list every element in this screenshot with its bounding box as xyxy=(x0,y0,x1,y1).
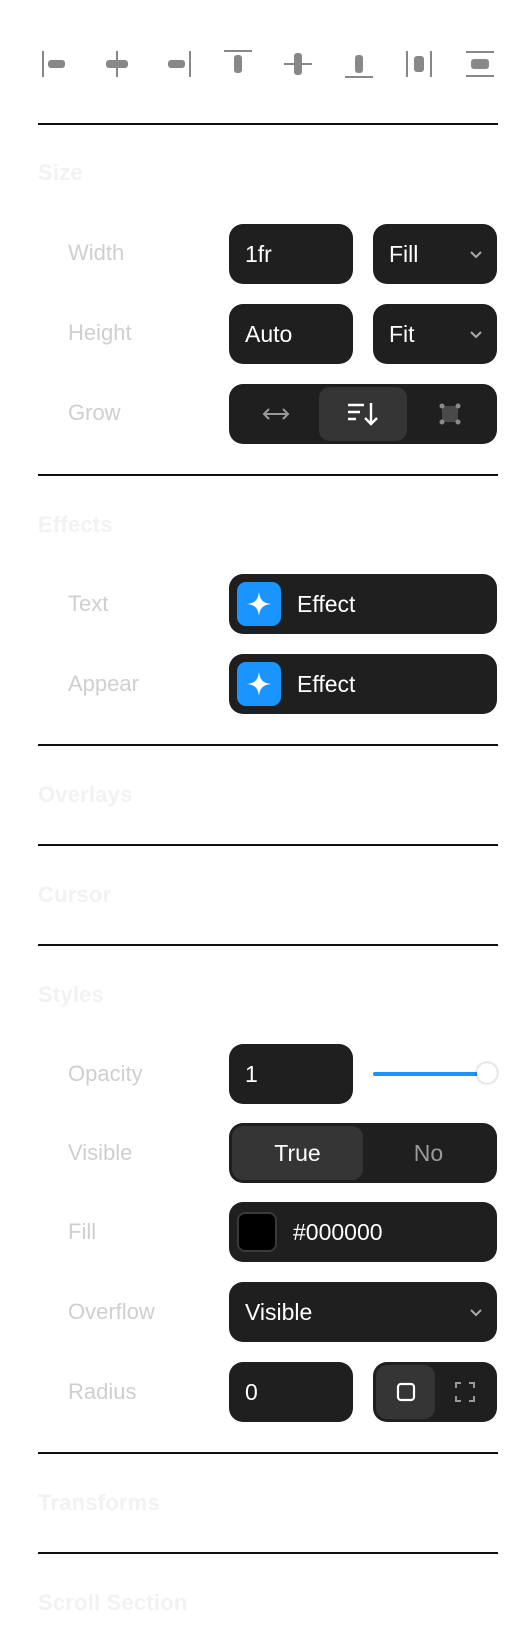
width-mode-value: Fill xyxy=(389,240,419,267)
text-effect-label: Text xyxy=(68,591,109,616)
text-effect-value: Effect xyxy=(297,590,356,617)
chevron-down-icon xyxy=(469,1305,483,1319)
appear-effect-value: Effect xyxy=(297,670,356,697)
visible-segmented-control: True No xyxy=(229,1123,497,1183)
opacity-input[interactable]: 1 xyxy=(229,1044,353,1104)
fill-color-value: #000000 xyxy=(293,1218,383,1245)
align-vertical-center-icon[interactable] xyxy=(280,44,316,84)
appear-effect-button[interactable]: Effect xyxy=(229,654,497,714)
visible-true-option[interactable]: True xyxy=(232,1126,363,1180)
width-label: Width xyxy=(68,240,125,265)
chevron-down-icon xyxy=(469,327,483,341)
overflow-select[interactable]: Visible xyxy=(229,1282,497,1342)
sparkle-icon xyxy=(237,662,281,706)
divider xyxy=(38,744,498,746)
height-input[interactable]: Auto xyxy=(229,304,353,364)
opacity-label: Opacity xyxy=(68,1061,143,1086)
width-mode-select[interactable]: Fill xyxy=(373,224,497,284)
grow-segmented-control xyxy=(229,384,497,444)
divider xyxy=(38,474,498,476)
divider xyxy=(38,944,498,946)
overflow-label: Overflow xyxy=(68,1299,155,1324)
slider-track xyxy=(373,1072,485,1076)
align-right-icon[interactable] xyxy=(159,44,195,84)
height-mode-value: Fit xyxy=(389,320,415,347)
align-left-icon[interactable] xyxy=(38,44,74,84)
visible-no-option[interactable]: No xyxy=(363,1126,494,1180)
align-horizontal-center-icon[interactable] xyxy=(99,44,135,84)
text-wrap-icon[interactable] xyxy=(319,387,407,441)
fill-color-picker[interactable]: #000000 xyxy=(229,1202,497,1262)
divider xyxy=(38,844,498,846)
height-mode-select[interactable]: Fit xyxy=(373,304,497,364)
divider xyxy=(38,123,498,125)
section-title-cursor[interactable]: Cursor xyxy=(38,882,111,908)
visible-label: Visible xyxy=(68,1140,133,1165)
grow-label: Grow xyxy=(68,400,121,425)
radius-value: 0 xyxy=(245,1378,258,1405)
text-effect-button[interactable]: Effect xyxy=(229,574,497,634)
color-swatch xyxy=(237,1212,277,1252)
section-title-styles[interactable]: Styles xyxy=(38,982,104,1008)
radius-label: Radius xyxy=(68,1379,137,1404)
section-title-size[interactable]: Size xyxy=(38,160,83,186)
opacity-slider[interactable] xyxy=(373,1062,497,1086)
appear-effect-label: Appear xyxy=(68,671,139,696)
radius-mode-control xyxy=(373,1362,497,1422)
distribute-vertical-icon[interactable] xyxy=(462,44,498,84)
width-value: 1fr xyxy=(245,240,272,267)
section-title-overlays[interactable]: Overlays xyxy=(38,782,133,808)
slider-thumb[interactable] xyxy=(477,1063,497,1083)
section-title-scroll-section[interactable]: Scroll Section xyxy=(38,1590,188,1616)
align-bottom-icon[interactable] xyxy=(341,44,377,84)
distribute-horizontal-icon[interactable] xyxy=(401,44,437,84)
width-input[interactable]: 1fr xyxy=(229,224,353,284)
section-title-transforms[interactable]: Transforms xyxy=(38,1490,160,1516)
chevron-down-icon xyxy=(469,247,483,261)
individual-corners-icon[interactable] xyxy=(435,1365,494,1419)
frame-icon[interactable] xyxy=(407,387,494,441)
alignment-toolbar xyxy=(38,44,498,84)
opacity-value: 1 xyxy=(245,1060,258,1087)
section-title-effects[interactable]: Effects xyxy=(38,512,113,538)
sparkle-icon xyxy=(237,582,281,626)
fill-label: Fill xyxy=(68,1219,97,1244)
divider xyxy=(38,1552,498,1554)
horizontal-arrow-icon[interactable] xyxy=(232,387,319,441)
height-label: Height xyxy=(68,320,132,345)
radius-input[interactable]: 0 xyxy=(229,1362,353,1422)
square-corners-icon[interactable] xyxy=(376,1365,435,1419)
align-top-icon[interactable] xyxy=(220,44,256,84)
divider xyxy=(38,1452,498,1454)
overflow-value: Visible xyxy=(245,1298,313,1325)
height-value: Auto xyxy=(245,320,293,347)
